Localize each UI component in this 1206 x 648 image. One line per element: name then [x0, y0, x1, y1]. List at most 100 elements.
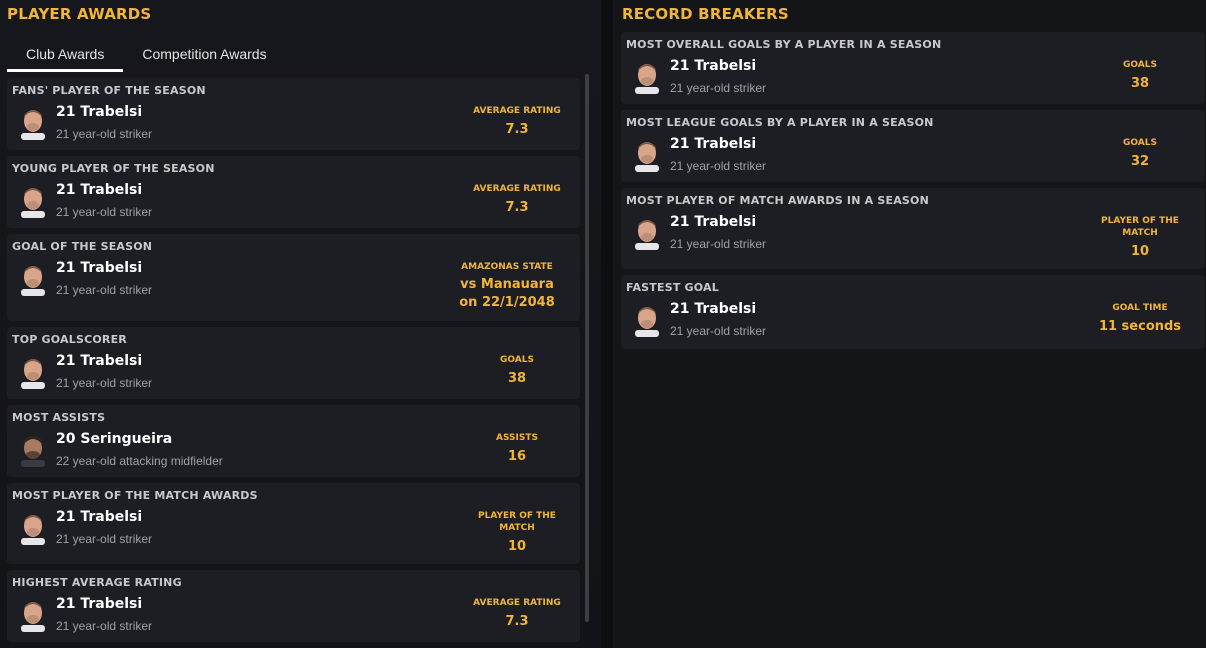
record-breakers-panel: RECORD BREAKERS MOST OVERALL GOALS BY A … — [613, 0, 1206, 648]
stat-label-line-1: PLAYER OF THE — [478, 511, 556, 521]
club-awards-list: FANS' PLAYER OF THE SEASON 21 Trabelsi 2… — [7, 78, 580, 644]
award-stat: AVERAGE RATING 7.3 — [462, 105, 572, 137]
record-title: MOST LEAGUE GOALS BY A PLAYER IN A SEASO… — [626, 116, 934, 129]
award-card-fans-player[interactable]: FANS' PLAYER OF THE SEASON 21 Trabelsi 2… — [7, 78, 580, 150]
award-card-highest-rating[interactable]: HIGHEST AVERAGE RATING 21 Trabelsi 21 ye… — [7, 570, 580, 642]
stat-value: 7.3 — [505, 122, 529, 137]
player-name[interactable]: 20 Seringueira — [56, 431, 172, 447]
stat-label: GOALS — [1123, 138, 1157, 148]
player-photo-icon — [21, 266, 45, 296]
stat-value: 16 — [507, 449, 527, 464]
award-title: HIGHEST AVERAGE RATING — [12, 576, 182, 589]
scrollbar[interactable] — [585, 74, 589, 622]
player-description: 21 year-old striker — [670, 159, 767, 173]
tab-club-awards[interactable]: Club Awards — [7, 36, 124, 72]
player-photo-icon — [635, 220, 659, 250]
player-photo-icon — [635, 64, 659, 94]
stat-value: 7.3 — [505, 200, 529, 215]
award-card-top-goalscorer[interactable]: TOP GOALSCORER 21 Trabelsi 21 year-old s… — [7, 327, 580, 399]
record-card-potm-awards[interactable]: MOST PLAYER OF MATCH AWARDS IN A SEASON … — [621, 188, 1205, 269]
player-name[interactable]: 21 Trabelsi — [56, 596, 142, 612]
record-card-overall-goals[interactable]: MOST OVERALL GOALS BY A PLAYER IN A SEAS… — [621, 32, 1205, 104]
player-name[interactable]: 21 Trabelsi — [56, 182, 142, 198]
stat-value: 7.3 — [505, 614, 529, 629]
player-awards-title: PLAYER AWARDS — [7, 5, 152, 23]
stat-label: GOAL TIME — [1112, 303, 1168, 313]
award-card-most-potm[interactable]: MOST PLAYER OF THE MATCH AWARDS 21 Trabe… — [7, 483, 580, 564]
award-stat: AMAZONAS STATE vs Manauara on 22/1/2048 — [442, 261, 572, 312]
player-name[interactable]: 21 Trabelsi — [670, 301, 756, 317]
award-stat: PLAYER OF THE MATCH 10 — [462, 510, 572, 554]
player-photo-icon — [21, 110, 45, 140]
stat-label: AMAZONAS STATE — [461, 262, 553, 272]
award-card-young-player[interactable]: YOUNG PLAYER OF THE SEASON 21 Trabelsi 2… — [7, 156, 580, 228]
player-name[interactable]: 21 Trabelsi — [670, 58, 756, 74]
stat-value: 10 — [507, 539, 527, 554]
stat-value: 38 — [507, 371, 527, 386]
stat-label-line-2: MATCH — [1122, 228, 1158, 238]
record-stat: GOALS 38 — [1085, 59, 1195, 91]
player-description: 21 year-old striker — [670, 237, 767, 251]
player-name[interactable]: 21 Trabelsi — [56, 353, 142, 369]
player-awards-panel: PLAYER AWARDS Club Awards Competition Aw… — [0, 0, 601, 648]
player-description: 21 year-old striker — [56, 205, 153, 219]
player-name[interactable]: 21 Trabelsi — [56, 260, 142, 276]
award-card-most-assists[interactable]: MOST ASSISTS 20 Seringueira 22 year-old … — [7, 405, 580, 477]
player-photo-icon — [21, 359, 45, 389]
tab-competition-awards[interactable]: Competition Awards — [123, 36, 285, 72]
record-title: MOST PLAYER OF MATCH AWARDS IN A SEASON — [626, 194, 930, 207]
player-description: 21 year-old striker — [56, 532, 153, 546]
player-description: 21 year-old striker — [56, 283, 153, 297]
player-description: 21 year-old striker — [56, 619, 153, 633]
player-name[interactable]: 21 Trabelsi — [670, 136, 756, 152]
stat-label: AVERAGE RATING — [473, 106, 561, 116]
award-title: MOST PLAYER OF THE MATCH AWARDS — [12, 489, 258, 502]
award-stat: ASSISTS 16 — [462, 432, 572, 464]
player-name[interactable]: 21 Trabelsi — [56, 509, 142, 525]
player-description: 21 year-old striker — [56, 127, 153, 141]
award-stat: GOALS 38 — [462, 354, 572, 386]
stat-label: ASSISTS — [496, 433, 538, 443]
awards-tabs: Club Awards Competition Awards — [7, 36, 286, 72]
player-description: 22 year-old attacking midfielder — [56, 454, 223, 468]
player-photo-icon — [21, 602, 45, 632]
record-stat: PLAYER OF THE MATCH 10 — [1085, 215, 1195, 259]
stat-value: 11 seconds — [1098, 319, 1182, 334]
player-photo-icon — [635, 142, 659, 172]
stat-value: 32 — [1130, 154, 1150, 169]
award-title: MOST ASSISTS — [12, 411, 106, 424]
stat-label: AVERAGE RATING — [473, 598, 561, 608]
stat-value-opponent: vs Manauara — [460, 277, 554, 292]
record-stat: GOAL TIME 11 seconds — [1085, 302, 1195, 334]
column-divider — [601, 0, 613, 648]
stat-value: 10 — [1130, 244, 1150, 259]
record-title: MOST OVERALL GOALS BY A PLAYER IN A SEAS… — [626, 38, 942, 51]
stat-label: GOALS — [1123, 60, 1157, 70]
award-card-goal-of-season[interactable]: GOAL OF THE SEASON 21 Trabelsi 21 year-o… — [7, 234, 580, 321]
record-breakers-title: RECORD BREAKERS — [622, 5, 789, 23]
player-description: 21 year-old striker — [670, 81, 767, 95]
player-description: 21 year-old striker — [670, 324, 767, 338]
record-card-league-goals[interactable]: MOST LEAGUE GOALS BY A PLAYER IN A SEASO… — [621, 110, 1205, 182]
player-photo-icon — [21, 515, 45, 545]
stat-label-line-1: PLAYER OF THE — [1101, 216, 1179, 226]
award-title: FANS' PLAYER OF THE SEASON — [12, 84, 206, 97]
record-title: FASTEST GOAL — [626, 281, 719, 294]
award-stat: AVERAGE RATING 7.3 — [462, 183, 572, 215]
stat-label: GOALS — [500, 355, 534, 365]
stat-value-date: on 22/1/2048 — [459, 295, 555, 310]
player-name[interactable]: 21 Trabelsi — [670, 214, 756, 230]
record-card-fastest-goal[interactable]: FASTEST GOAL 21 Trabelsi 21 year-old str… — [621, 275, 1205, 349]
award-title: GOAL OF THE SEASON — [12, 240, 153, 253]
app-root: PLAYER AWARDS Club Awards Competition Aw… — [0, 0, 1206, 648]
player-photo-icon — [21, 188, 45, 218]
record-stat: GOALS 32 — [1085, 137, 1195, 169]
player-photo-icon — [635, 307, 659, 337]
player-name[interactable]: 21 Trabelsi — [56, 104, 142, 120]
player-description: 21 year-old striker — [56, 376, 153, 390]
award-stat: AVERAGE RATING 7.3 — [462, 597, 572, 629]
stat-label: AVERAGE RATING — [473, 184, 561, 194]
award-title: TOP GOALSCORER — [12, 333, 127, 346]
stat-value: 38 — [1130, 76, 1150, 91]
stat-label-line-2: MATCH — [499, 523, 535, 533]
